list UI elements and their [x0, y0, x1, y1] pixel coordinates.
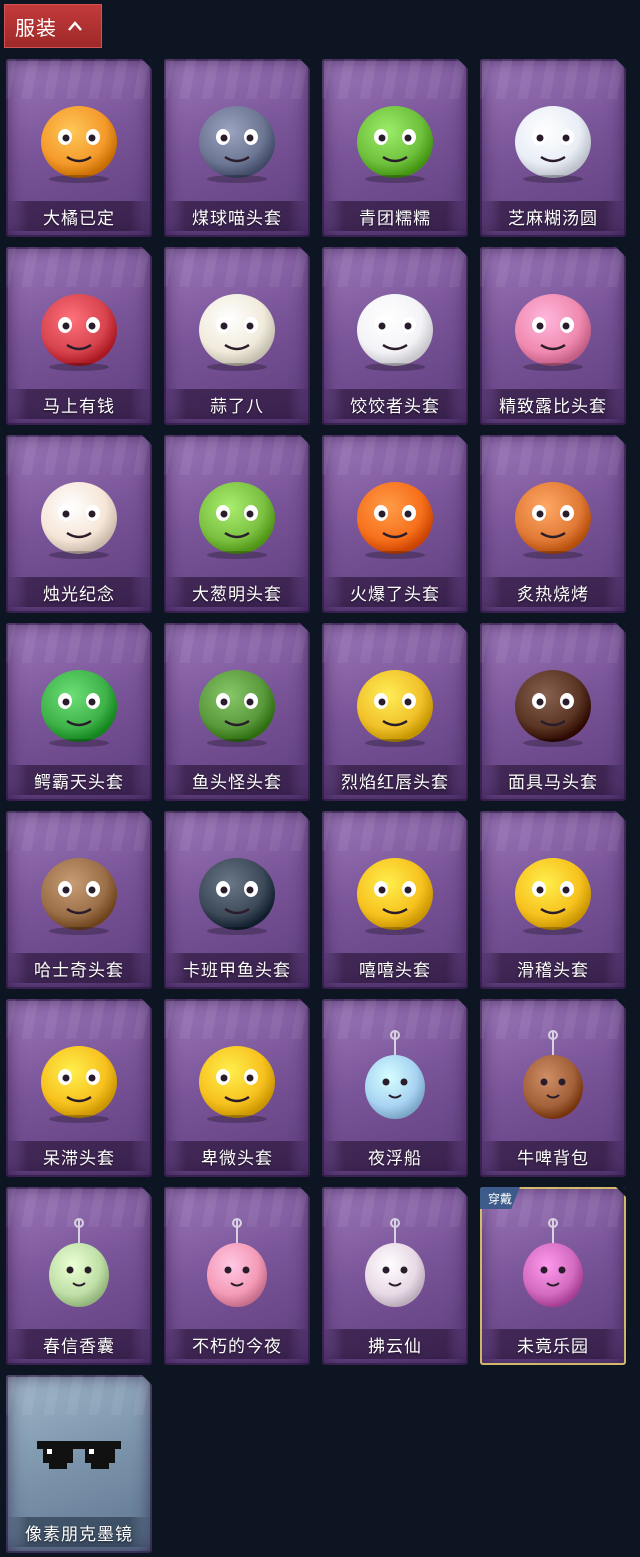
dumpling-cloud-head-icon [322, 265, 468, 385]
chevron-up-icon [67, 18, 83, 34]
costume-card[interactable]: 精致露比头套 [480, 247, 626, 425]
costume-name: 面具马头套 [480, 765, 626, 795]
costume-name: 精致露比头套 [480, 389, 626, 419]
costume-card[interactable]: 芝麻糊汤圆 [480, 59, 626, 237]
red-horse-head-icon [6, 265, 152, 385]
costume-card[interactable]: 烈焰红唇头套 [322, 623, 468, 801]
costume-name: 鱼头怪头套 [164, 765, 310, 795]
green-dumpling-head-icon [322, 77, 468, 197]
costume-card[interactable]: 青团糯糯 [322, 59, 468, 237]
orange-slice-mask-icon [6, 77, 152, 197]
costume-name: 未竟乐园 [480, 1329, 626, 1359]
costume-name: 青团糯糯 [322, 201, 468, 231]
costume-name: 滑稽头套 [480, 953, 626, 983]
costume-card[interactable]: 牛啤背包 [480, 999, 626, 1177]
bbq-meat-head-icon [480, 453, 626, 573]
costume-card[interactable]: 呆滞头套 [6, 999, 152, 1177]
costume-name: 烈焰红唇头套 [322, 765, 468, 795]
costume-name: 鳄霸天头套 [6, 765, 152, 795]
flushed-emoji-head-icon [6, 1017, 152, 1137]
costume-card[interactable]: 煤球喵头套 [164, 59, 310, 237]
white-rice-ball-head-icon [480, 77, 626, 197]
costume-card[interactable]: 饺饺者头套 [322, 247, 468, 425]
beer-cow-backpack-icon [480, 1017, 626, 1137]
fish-monster-head-icon [164, 641, 310, 761]
fireball-head-icon [322, 453, 468, 573]
costume-card[interactable]: 烛光纪念 [6, 435, 152, 613]
costume-card[interactable]: 滑稽头套 [480, 811, 626, 989]
smirk-emoji-head-icon [480, 829, 626, 949]
costume-card[interactable]: 炙热烧烤 [480, 435, 626, 613]
costume-name: 哈士奇头套 [6, 953, 152, 983]
crocodile-head-icon [6, 641, 152, 761]
costume-card[interactable]: 卡班甲鱼头套 [164, 811, 310, 989]
costume-card[interactable]: 卑微头套 [164, 999, 310, 1177]
candle-head-icon [6, 453, 152, 573]
costume-section-toggle[interactable]: 服装 [4, 4, 102, 48]
costume-name: 牛啤背包 [480, 1141, 626, 1171]
costume-card[interactable]: 像素朋克墨镜 [6, 1375, 152, 1553]
costume-card[interactable]: 面具马头套 [480, 623, 626, 801]
gray-fish-head-icon [164, 829, 310, 949]
costume-card[interactable]: 哈士奇头套 [6, 811, 152, 989]
gray-cat-head-icon [164, 77, 310, 197]
green-onion-head-icon [164, 453, 310, 573]
costume-card[interactable]: 拂云仙 [322, 1187, 468, 1365]
costume-name: 夜浮船 [322, 1141, 468, 1171]
dog-sunglasses-head-icon [6, 829, 152, 949]
yellow-sunglasses-head-icon [322, 641, 468, 761]
costume-name: 蒜了八 [164, 389, 310, 419]
costume-name: 拂云仙 [322, 1329, 468, 1359]
costume-card[interactable]: 大葱明头套 [164, 435, 310, 613]
pleading-emoji-head-icon [164, 1017, 310, 1137]
costume-card[interactable]: 夜浮船 [322, 999, 468, 1177]
garlic-head-icon [164, 265, 310, 385]
section-title: 服装 [15, 15, 57, 40]
costume-name: 火爆了头套 [322, 577, 468, 607]
costume-name: 烛光纪念 [6, 577, 152, 607]
sachet-pendant-icon [6, 1205, 152, 1325]
costume-card[interactable]: 不朽的今夜 [164, 1187, 310, 1365]
costume-card[interactable]: 鱼头怪头套 [164, 623, 310, 801]
costume-card[interactable]: 春信香囊 [6, 1187, 152, 1365]
costume-name: 煤球喵头套 [164, 201, 310, 231]
pink-fox-pendant-icon [164, 1205, 310, 1325]
costume-card[interactable]: 蒜了八 [164, 247, 310, 425]
costume-name: 嘻嘻头套 [322, 953, 468, 983]
brown-horse-mask-icon [480, 641, 626, 761]
costume-card[interactable]: 穿戴 未竟乐园 [480, 1187, 626, 1365]
grinning-emoji-head-icon [322, 829, 468, 949]
costume-name: 饺饺者头套 [322, 389, 468, 419]
costume-grid: 大橘已定 煤球喵头套 青团糯糯 芝麻糊汤圆马上有钱 蒜了八 饺饺者头套 精致露比头套烛光纪念… [6, 59, 634, 1553]
costume-name: 大葱明头套 [164, 577, 310, 607]
pink-beaver-head-icon [480, 265, 626, 385]
costume-name: 大橘已定 [6, 201, 152, 231]
costume-card[interactable]: 火爆了头套 [322, 435, 468, 613]
costume-name: 卑微头套 [164, 1141, 310, 1171]
costume-name: 呆滞头套 [6, 1141, 152, 1171]
costume-card[interactable]: 嘻嘻头套 [322, 811, 468, 989]
costume-name: 春信香囊 [6, 1329, 152, 1359]
doll-pendant-icon [480, 1205, 626, 1325]
costume-card[interactable]: 大橘已定 [6, 59, 152, 237]
fairy-pendant-icon [322, 1205, 468, 1325]
costume-name: 马上有钱 [6, 389, 152, 419]
costume-name: 卡班甲鱼头套 [164, 953, 310, 983]
pixel-sunglasses-icon [6, 1393, 152, 1513]
costume-name: 像素朋克墨镜 [6, 1517, 152, 1547]
jellyfish-backpack-icon [322, 1017, 468, 1137]
costume-name: 芝麻糊汤圆 [480, 201, 626, 231]
costume-name: 不朽的今夜 [164, 1329, 310, 1359]
costume-card[interactable]: 马上有钱 [6, 247, 152, 425]
costume-card[interactable]: 鳄霸天头套 [6, 623, 152, 801]
costume-name: 炙热烧烤 [480, 577, 626, 607]
costume-inventory: 服装 大橘已定 煤球喵头套 青团糯糯 芝麻糊汤圆马上有钱 蒜了八 饺饺者头套 精致露比头套烛… [0, 0, 640, 1557]
